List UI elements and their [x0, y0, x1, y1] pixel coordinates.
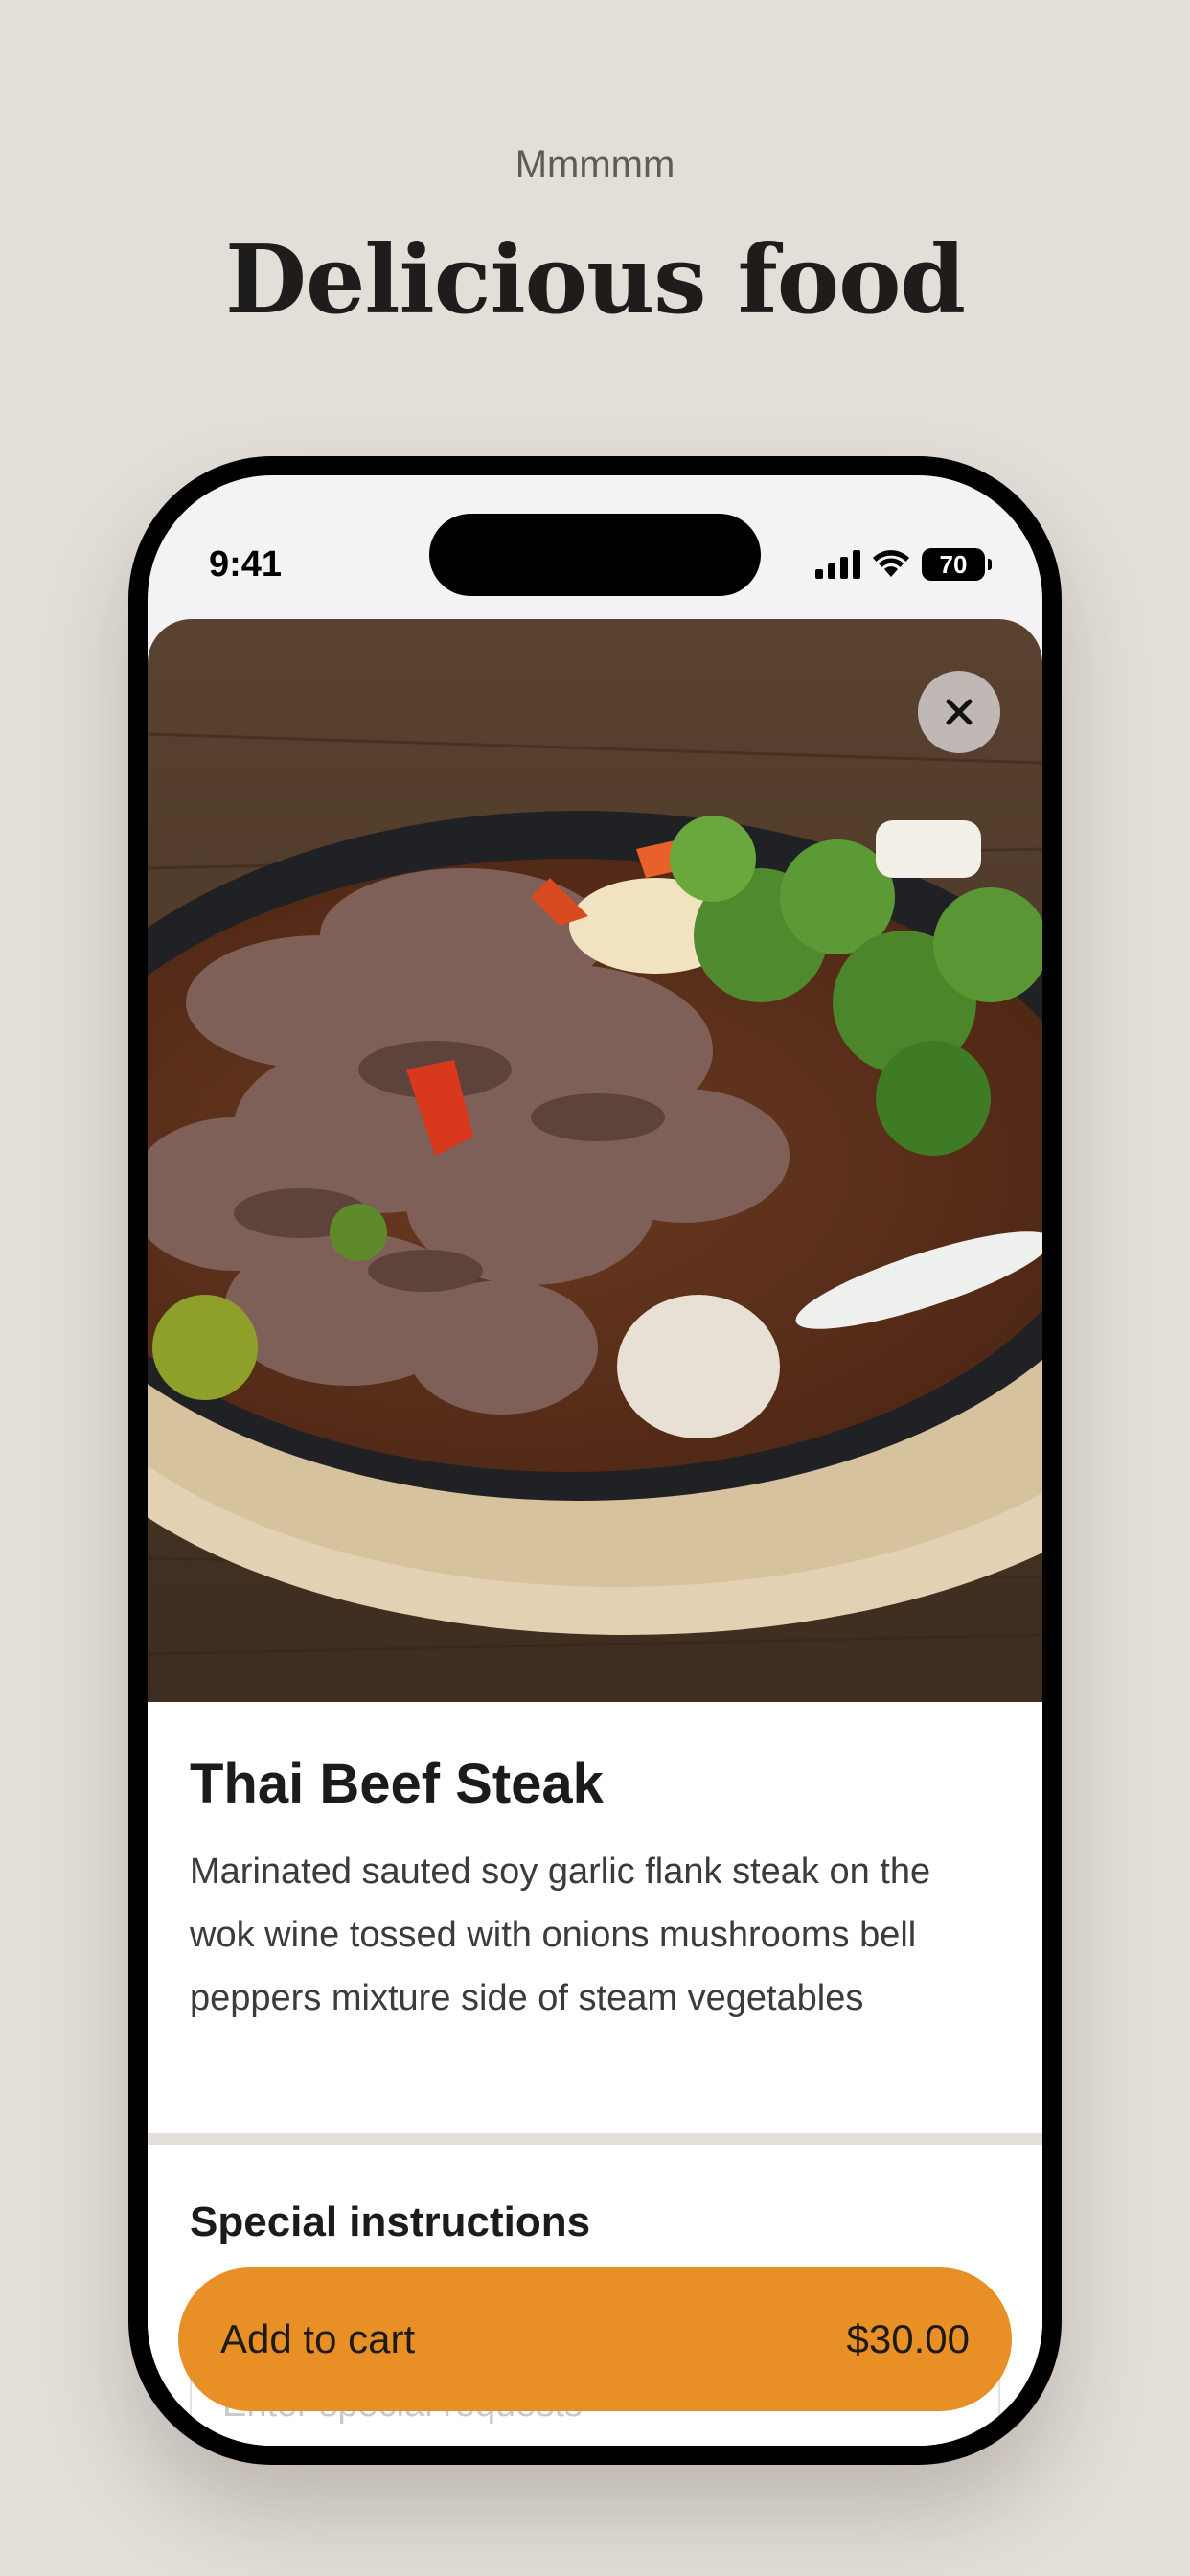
status-time: 9:41 [209, 544, 283, 585]
promo-headline: Delicious food [224, 225, 966, 335]
dynamic-island [429, 514, 761, 596]
item-description: Marinated sauted soy garlic flank steak … [190, 1852, 931, 2018]
add-to-cart-label: Add to cart [220, 2316, 416, 2361]
phone-screen: 9:41 70 Thai Beef Steak Marinated sauted… [148, 475, 1042, 2446]
special-instructions-title: Special instructions [190, 2198, 591, 2245]
promo-eyebrow: Mmmmm [515, 144, 675, 186]
add-to-cart-button[interactable]: Add to cart $30.00 [178, 2267, 1012, 2411]
close-icon [946, 699, 973, 725]
battery-level: 70 [939, 549, 968, 579]
wifi-icon [873, 550, 909, 577]
close-button[interactable] [918, 671, 1000, 753]
section-divider [148, 2133, 1042, 2145]
cellular-signal-icon [815, 550, 860, 579]
status-icons: 70 [815, 542, 992, 586]
item-title: Thai Beef Steak [190, 1753, 604, 1815]
phone-frame: 9:41 70 Thai Beef Steak Marinated sauted… [128, 456, 1062, 2465]
food-photo [148, 619, 1042, 1702]
battery-icon: 70 [922, 548, 992, 581]
cart-price: $30.00 [846, 2316, 970, 2361]
item-detail-sheet: Thai Beef Steak Marinated sauted soy gar… [148, 619, 1042, 2446]
